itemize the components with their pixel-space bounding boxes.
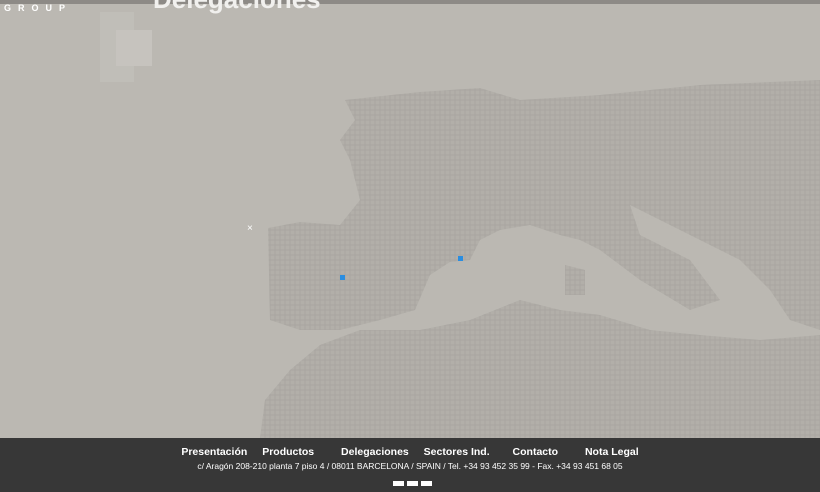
nav-presentacion[interactable]: Presentación	[181, 446, 247, 458]
nav-nota-legal[interactable]: Nota Legal	[585, 446, 639, 458]
pager-dot[interactable]	[421, 481, 432, 486]
pager	[393, 481, 432, 486]
land-europe	[268, 80, 820, 330]
nav-delegaciones[interactable]: Delegaciones	[341, 446, 409, 458]
footer-nav: Presentación Productos Delegaciones Sect…	[0, 446, 820, 458]
nav-productos[interactable]: Productos	[262, 446, 314, 458]
marker-madrid[interactable]	[340, 275, 345, 280]
marker-barcelona[interactable]	[458, 256, 463, 261]
pager-dot[interactable]	[393, 481, 404, 486]
nav-contacto[interactable]: Contacto	[513, 446, 559, 458]
land-italy-sicily	[565, 265, 585, 295]
close-icon[interactable]: ×	[247, 223, 253, 234]
footer-address: c/ Aragón 208-210 planta 7 piso 4 / 0801…	[197, 461, 623, 471]
map[interactable]	[0, 0, 820, 438]
footer: Presentación Productos Delegaciones Sect…	[0, 438, 820, 492]
pager-dot[interactable]	[407, 481, 418, 486]
nav-sectores[interactable]: Sectores Ind.	[424, 446, 490, 458]
